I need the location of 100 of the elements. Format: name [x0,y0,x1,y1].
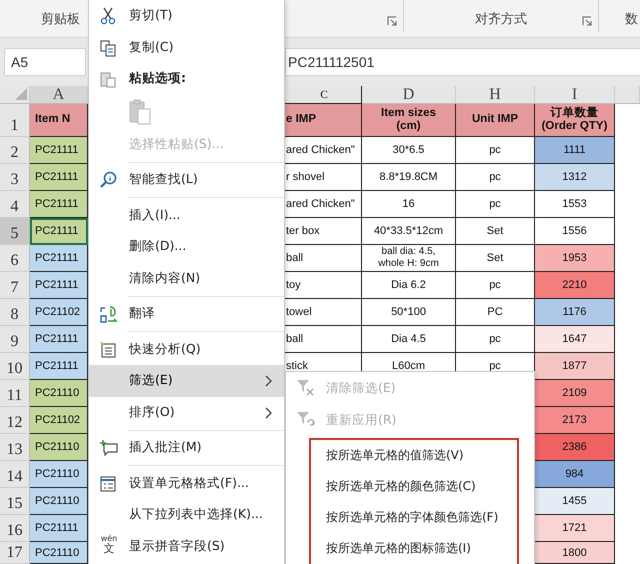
header-cell: Item N [30,104,88,137]
table-cell: PC21111 [30,353,88,380]
table-cell: PC21111 [30,164,88,191]
row-header[interactable]: 9 [0,326,30,353]
column-header[interactable]: A [30,86,88,104]
menu-item[interactable]: 按所选单元格的字体颜色筛选(F) [311,502,517,533]
table-cell: 1647 [535,326,615,353]
menu-item[interactable]: wén 文 显示拼音字段(S) [89,530,284,562]
row-header[interactable]: 8 [0,299,30,326]
row-header[interactable]: 3 [0,164,30,191]
row-header[interactable]: 6 [0,245,30,272]
table-cell: 40*33.5*12cm [362,218,456,245]
row-header[interactable]: 11 [0,380,30,407]
table-cell: PC21110 [30,461,88,488]
row-header[interactable]: 16 [0,515,30,542]
table-cell: PC21110 [30,380,88,407]
row-header[interactable]: 5 [0,218,30,245]
table-cell: 1877 [535,353,615,380]
menu-item[interactable]: 筛选(E) [89,365,284,396]
table-cell: 1553 [535,191,615,218]
menu-item[interactable]: 从下拉列表中选择(K)... [89,499,284,530]
table-cell: 1721 [535,515,615,542]
chevron-right-icon [264,375,272,387]
menu-item[interactable]: 设置单元格格式(F)... [89,468,284,499]
table-cell: PC21110 [30,542,88,564]
table-cell: 1455 [535,488,615,515]
table-cell: PC21110 [30,434,88,461]
quick-analysis-icon [99,340,117,358]
column-header[interactable]: C [285,86,362,104]
translate-icon [99,305,119,325]
corner-cell[interactable] [0,86,30,104]
row-header[interactable]: 7 [0,272,30,299]
group-label: 对齐方式 [475,10,527,28]
table-cell: PC21111 [30,326,88,353]
table-cell: PC21111 [30,137,88,164]
menu-item[interactable]: 插入批注(M) [89,432,284,464]
add-comment-icon [99,439,119,457]
menu-item[interactable]: 插入(I)... [89,200,284,231]
header-cell: Unit IMP [456,104,535,137]
table-cell: 984 [535,461,615,488]
select-all-triangle-icon[interactable] [15,88,27,100]
scissors-icon [99,7,117,25]
table-cell: 16 [362,191,456,218]
menu-item[interactable]: 翻译 [89,298,284,330]
table-cell: 2109 [535,380,615,407]
table-cell: ball dia: 4.5, whole H: 9cm [362,245,456,272]
table-cell: 1176 [535,299,615,326]
table-cell: 1556 [535,218,615,245]
group-label: 剪贴板 [41,10,80,28]
table-cell: PC21111 [30,245,88,272]
menu-item[interactable]: 快速分析(Q) [89,334,284,365]
table-cell: PC21102 [30,299,88,326]
table-cell: 1953 [535,245,615,272]
table-cell: 8.8*19.8CM [362,164,456,191]
header-cell: e IMP [285,104,362,137]
menu-item[interactable]: 删除(D)... [89,231,284,262]
table-cell: 1312 [535,164,615,191]
table-cell: Dia 4.5 [362,326,456,353]
table-cell: PC21111 [30,515,88,542]
row-header[interactable]: 15 [0,488,30,515]
row-header[interactable]: 14 [0,461,30,488]
header-cell: Item sizes (cm) [362,104,456,137]
clear-filter-icon [296,379,316,397]
table-cell: 30*6.5 [362,137,456,164]
row-header[interactable]: 17 [0,542,30,564]
table-cell: 2210 [535,272,615,299]
row-header[interactable]: 2 [0,137,30,164]
name-box[interactable]: A5 [4,48,86,76]
formula-field[interactable]: PC211112501 [285,48,640,76]
table-cell: 2173 [535,407,615,434]
menu-item[interactable]: 按所选单元格的颜色筛选(C) [311,471,517,502]
menu-item[interactable]: 排序(O) [89,396,284,428]
column-header[interactable]: H [456,86,535,104]
format-cells-icon [99,474,117,492]
menu-item[interactable]: 按所选单元格的值筛选(V) [311,440,517,471]
pinyin-icon: wén 文 [99,534,119,554]
clipboard-icon [99,70,117,88]
row-header[interactable]: 12 [0,407,30,434]
menu-item[interactable]: 复制(C) [89,32,284,63]
menu-item[interactable]: 按所选单元格的图标筛选(I) [311,533,517,564]
row-header[interactable]: 13 [0,434,30,461]
table-cell: PC21111 [30,272,88,299]
column-header[interactable]: I [535,86,615,104]
row-header[interactable]: 4 [0,191,30,218]
menu-item[interactable]: 清除内容(N) [89,262,284,294]
table-cell: PC21111 [30,191,88,218]
dialog-launcher-icon[interactable] [387,16,397,26]
search-icon [99,171,117,189]
menu-item[interactable]: 粘贴选项: [89,63,284,94]
table-cell: Dia 6.2 [362,272,456,299]
menu-item[interactable]: 剪切(T) [89,0,284,32]
group-label: 数 [625,10,638,28]
table-cell: 50*100 [362,299,456,326]
table-cell: 1800 [535,542,615,564]
menu-item[interactable]: 智能查找(L) [89,164,284,196]
row-header[interactable]: 10 [0,353,30,380]
column-header[interactable]: D [362,86,456,104]
column-header[interactable] [615,86,640,104]
row-header[interactable]: 1 [0,104,30,137]
dialog-launcher-icon[interactable] [582,16,592,26]
